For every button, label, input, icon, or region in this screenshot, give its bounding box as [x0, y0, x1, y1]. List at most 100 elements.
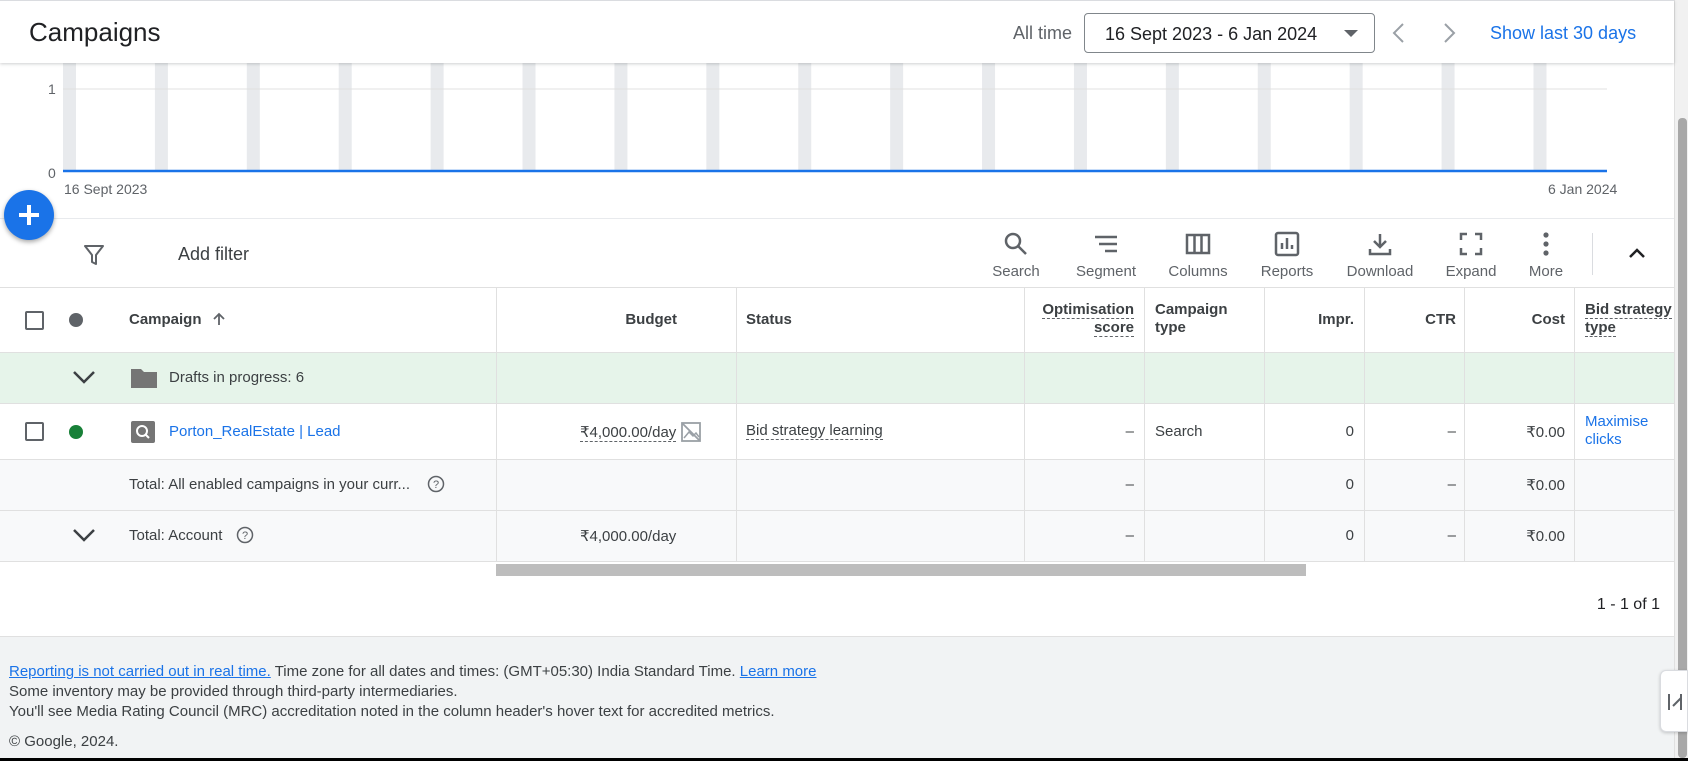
optimisation-header-line2: score — [1093, 319, 1134, 337]
chart-week-band — [1441, 63, 1455, 171]
dropdown-arrow-icon — [1344, 30, 1358, 37]
chart-week-band — [246, 63, 260, 171]
optimisation-score-column-header[interactable]: Optimisation score — [1025, 301, 1134, 352]
campaigns-table: Campaign Budget Status Optimisation scor… — [0, 288, 1674, 562]
impressions-column-header[interactable]: Impr. — [1265, 311, 1354, 331]
columns-icon — [1185, 233, 1211, 255]
chart-week-band — [1165, 63, 1179, 171]
folder-icon — [131, 369, 157, 388]
inventory-text: Some inventory may be provided through t… — [9, 683, 458, 700]
campaign-type-header-line2: type — [1155, 319, 1186, 336]
more-label: More — [1528, 263, 1564, 280]
y-tick-label: 1 — [48, 81, 56, 97]
page-title: Campaigns — [29, 17, 161, 47]
budget-column-header[interactable]: Budget — [497, 311, 677, 331]
status-column-header[interactable]: Status — [746, 311, 792, 331]
bid-strategy-header-line2: type — [1585, 319, 1616, 337]
drafts-label: Drafts in progress: 6 — [169, 369, 305, 386]
ctr-column-header[interactable]: CTR — [1365, 311, 1456, 331]
total-enabled-label: Total: All enabled campaigns in your cur… — [129, 476, 410, 493]
total-enabled-row: Total: All enabled campaigns in your cur… — [0, 460, 1674, 511]
search-button[interactable]: Search — [990, 231, 1042, 280]
chart-week-band — [1349, 63, 1363, 171]
account-cost: ₹0.00 — [1526, 528, 1565, 545]
chevron-up-icon — [1629, 248, 1645, 258]
cost-value: ₹0.00 — [1526, 424, 1565, 441]
filter-icon[interactable] — [83, 243, 105, 272]
select-all-checkbox[interactable] — [25, 311, 44, 330]
next-period-button[interactable] — [1438, 21, 1460, 45]
chart-week-band — [522, 63, 536, 171]
horizontal-scrollbar[interactable] — [496, 564, 1306, 576]
download-button[interactable]: Download — [1344, 231, 1416, 280]
expand-label: Expand — [1445, 263, 1497, 280]
campaign-column-header[interactable]: Campaign — [129, 311, 226, 331]
row-checkbox[interactable] — [25, 422, 44, 441]
status-value[interactable]: Bid strategy learning — [746, 422, 883, 442]
chevron-right-icon — [1444, 23, 1456, 43]
date-range-picker[interactable]: 16 Sept 2023 - 6 Jan 2024 — [1084, 13, 1375, 53]
ctr-value: – — [1447, 423, 1456, 440]
status-value-text: Bid strategy learning — [746, 422, 883, 440]
vertical-scrollbar[interactable] — [1674, 0, 1688, 761]
download-label: Download — [1346, 263, 1414, 280]
segment-button[interactable]: Segment — [1072, 231, 1140, 280]
chart-svg — [63, 63, 1607, 173]
total-cost: ₹0.00 — [1526, 477, 1565, 494]
table-header-row: Campaign Budget Status Optimisation scor… — [0, 288, 1674, 353]
bid-strategy-type-column-header[interactable]: Bid strategy type — [1585, 301, 1672, 352]
reporting-link[interactable]: Reporting is not carried out in real tim… — [9, 663, 271, 680]
previous-period-button[interactable] — [1388, 21, 1410, 45]
chart-week-band — [706, 63, 720, 171]
create-button[interactable] — [4, 190, 54, 240]
total-account-budget: ₹4,000.00/day — [580, 528, 677, 545]
campaign-type-header-line1: Campaign — [1155, 301, 1228, 318]
chart-week-band — [614, 63, 628, 171]
budget-value[interactable]: ₹4,000.00/day — [580, 423, 677, 443]
page-footer: Reporting is not carried out in real tim… — [0, 636, 1674, 761]
account-ctr: – — [1447, 527, 1456, 544]
campaign-name-link[interactable]: Porton_RealEstate | Lead — [169, 423, 341, 443]
mrc-text: You'll see Media Rating Council (MRC) ac… — [9, 703, 775, 720]
scrollbar-thumb[interactable] — [1678, 118, 1687, 758]
bid-strategy-line2: clicks — [1585, 431, 1622, 448]
sort-ascending-icon — [213, 312, 225, 325]
chart-week-band — [338, 63, 352, 171]
column-divider — [1144, 288, 1145, 352]
x-start-label: 16 Sept 2023 — [64, 181, 148, 197]
reports-label: Reports — [1260, 263, 1314, 280]
help-icon: ? — [236, 526, 254, 544]
svg-text:?: ? — [433, 479, 439, 491]
cost-column-header[interactable]: Cost — [1465, 311, 1565, 331]
all-time-label: All time — [1013, 23, 1073, 43]
chart-week-band — [982, 63, 996, 171]
learn-more-link[interactable]: Learn more — [740, 663, 817, 680]
enabled-status-dot-icon[interactable] — [69, 425, 83, 439]
drafts-row[interactable]: Drafts in progress: 6 — [0, 353, 1674, 404]
expand-button[interactable]: Expand — [1444, 231, 1498, 280]
copyright-text: © Google, 2024. — [9, 733, 119, 750]
campaign-type-value: Search — [1155, 423, 1203, 440]
total-account-row: Total: Account ? ₹4,000.00/day – 0 – ₹0.… — [0, 511, 1674, 562]
segment-icon — [1095, 235, 1117, 253]
reports-button[interactable]: Reports — [1258, 231, 1316, 280]
svg-text:?: ? — [242, 530, 248, 542]
side-panel-toggle[interactable] — [1660, 670, 1688, 732]
columns-button[interactable]: Columns — [1165, 231, 1231, 280]
more-button[interactable]: More — [1524, 231, 1568, 280]
more-vert-icon — [1543, 232, 1549, 256]
bid-strategy-link[interactable]: Maximise clicks — [1585, 413, 1648, 459]
add-filter-button[interactable]: Add filter — [178, 244, 249, 265]
collapse-panel-icon — [1668, 694, 1682, 710]
show-last-30-days-link[interactable]: Show last 30 days — [1490, 23, 1636, 44]
status-dot-icon[interactable] — [69, 313, 83, 327]
segment-label: Segment — [1075, 263, 1137, 280]
budget-value-text: ₹4,000.00/day — [580, 424, 677, 442]
y-tick-label: 0 — [48, 165, 56, 181]
chart-week-band — [154, 63, 168, 171]
chevron-down-icon — [73, 529, 95, 542]
collapse-chart-button[interactable] — [1626, 243, 1648, 268]
campaign-type-column-header[interactable]: Campaign type — [1155, 301, 1228, 352]
chart-week-band — [63, 63, 76, 171]
column-divider — [736, 288, 737, 352]
